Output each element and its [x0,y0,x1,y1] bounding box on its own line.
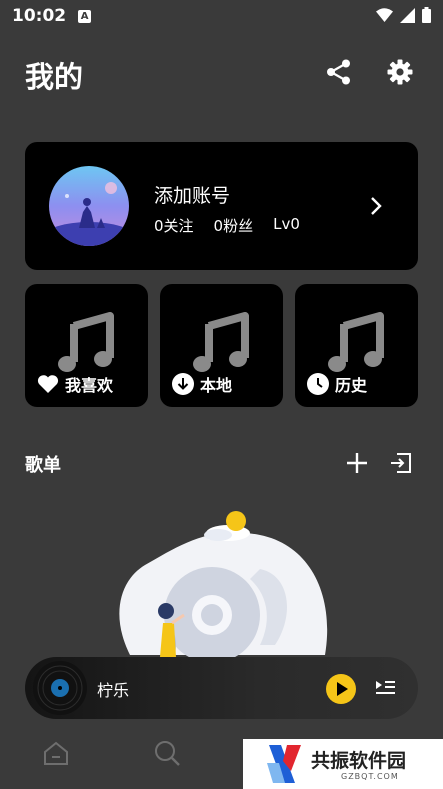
account-stats: 0关注 0粉丝 Lv0 [154,215,300,236]
watermark-subtext: GZBQT.COM [341,772,399,781]
tile-label: 我喜欢 [65,376,114,395]
download-icon [172,373,194,395]
now-playing-title[interactable]: 柠乐 [97,677,129,701]
heart-icon [37,375,59,393]
playlist-queue-icon[interactable] [373,676,397,700]
tile-label: 本地 [200,376,233,395]
watermark-text: 共振软件园 [311,750,407,772]
watermark-logo [267,745,301,783]
wifi-icon [376,7,393,22]
clock-icon [307,373,329,395]
page-title: 我的 [25,60,84,94]
music-note-icon [193,312,249,372]
status-time: 10:02 [12,6,67,26]
empty-playlist-illustration [119,511,328,663]
music-note-icon [328,312,384,372]
notification-icon: A [78,9,92,23]
tile-local[interactable]: 本地 [160,284,283,407]
account-name[interactable]: 添加账号 [154,181,230,208]
level-label: Lv0 [273,215,300,233]
tile-label: 历史 [335,376,368,395]
account-card[interactable]: 添加账号 0关注 0粉丝 Lv0 [25,142,418,270]
mini-player[interactable]: 柠乐 [25,657,418,719]
chevron-right-icon[interactable] [364,194,388,218]
battery-icon [422,7,431,23]
play-icon [337,682,348,696]
music-note-icon [58,312,114,372]
status-bar: 10:02 A [0,0,443,32]
search-icon[interactable] [153,739,181,767]
tile-favorites[interactable]: 我喜欢 [25,284,148,407]
tile-history[interactable]: 历史 [295,284,418,407]
watermark: 共振软件园 GZBQT.COM [243,739,443,789]
play-button[interactable] [326,674,356,704]
avatar[interactable] [49,166,129,246]
home-icon[interactable] [42,739,70,767]
album-disc[interactable] [33,661,87,715]
fans-count[interactable]: 0粉丝 [214,215,254,236]
follow-count[interactable]: 0关注 [154,215,194,236]
import-icon[interactable] [388,450,414,476]
playlist-section-title: 歌单 [25,455,61,476]
gear-icon[interactable] [386,58,414,86]
plus-icon[interactable] [344,450,370,476]
share-icon[interactable] [325,58,353,86]
signal-icon [400,7,415,23]
status-icons [376,7,431,23]
